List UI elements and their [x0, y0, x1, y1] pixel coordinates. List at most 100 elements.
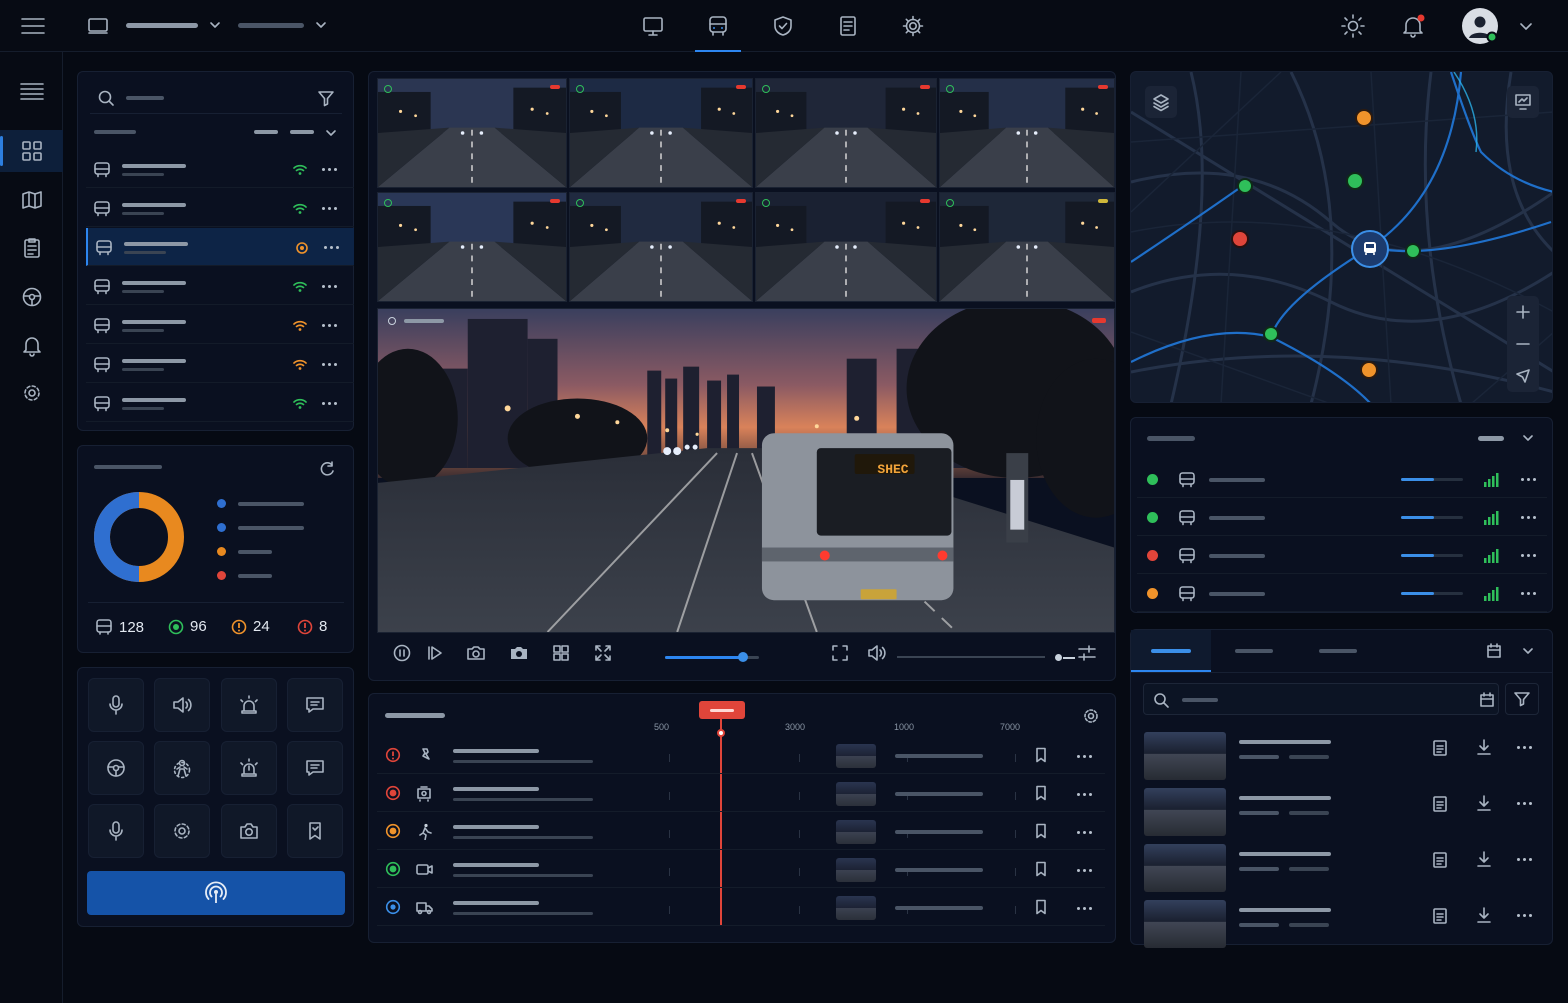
play-button[interactable] [421, 638, 451, 668]
sidebar-item-settings[interactable] [0, 372, 63, 414]
vehicle-marker[interactable] [1355, 109, 1373, 127]
site-selector[interactable] [86, 14, 226, 38]
recording-thumbnail[interactable] [1144, 732, 1226, 780]
snapshot-button[interactable] [504, 638, 534, 668]
more-icon[interactable] [1077, 907, 1092, 910]
avatar[interactable] [1462, 8, 1498, 44]
list-item[interactable] [86, 306, 354, 344]
camera-feed-7[interactable] [755, 192, 937, 302]
expand-button[interactable] [588, 638, 618, 668]
view-selector[interactable] [236, 14, 332, 38]
map-canvas[interactable] [1131, 72, 1553, 403]
more-icon[interactable] [1517, 802, 1532, 805]
more-icon[interactable] [1517, 914, 1532, 917]
sidebar-item-alerts[interactable] [0, 324, 63, 366]
vehicle-marker[interactable] [1263, 326, 1279, 342]
notifications-bell-icon[interactable] [1400, 13, 1426, 39]
volume-button[interactable] [862, 638, 892, 668]
microphone-button[interactable] [88, 678, 144, 732]
record-button[interactable] [461, 638, 491, 668]
tab-snapshots[interactable] [1219, 630, 1289, 672]
recording-thumbnail[interactable] [1144, 844, 1226, 892]
zoom-in-icon[interactable] [1507, 296, 1539, 328]
more-icon[interactable] [322, 207, 337, 210]
account-chevron-down-icon[interactable] [1518, 18, 1534, 34]
timeline-settings-icon[interactable] [1081, 706, 1101, 726]
camera-feed-3[interactable] [755, 78, 937, 188]
zoom-out-icon[interactable] [1507, 328, 1539, 360]
shield-nav-icon[interactable] [760, 0, 806, 52]
document-icon[interactable] [1431, 739, 1449, 757]
reports-nav-icon[interactable] [825, 0, 871, 52]
tab-recordings[interactable] [1131, 630, 1211, 672]
more-icon[interactable] [322, 402, 337, 405]
list-item[interactable] [1137, 784, 1547, 838]
event-thumbnail[interactable] [836, 744, 876, 768]
map-display-button[interactable] [1507, 86, 1539, 118]
list-item[interactable] [86, 345, 354, 383]
grid-layout-button[interactable] [546, 638, 576, 668]
more-icon[interactable] [322, 363, 337, 366]
table-row[interactable] [1137, 536, 1547, 574]
more-icon[interactable] [324, 246, 339, 249]
table-row[interactable] [1137, 574, 1547, 612]
list-item[interactable] [1137, 896, 1547, 950]
more-icon[interactable] [1521, 592, 1536, 595]
dispatch-button[interactable] [154, 741, 210, 795]
table-row[interactable] [377, 812, 1105, 850]
more-icon[interactable] [1521, 478, 1536, 481]
more-icon[interactable] [322, 324, 337, 327]
recording-thumbnail[interactable] [1144, 788, 1226, 836]
locate-icon[interactable] [1507, 360, 1539, 392]
more-icon[interactable] [1077, 755, 1092, 758]
more-icon[interactable] [1077, 793, 1092, 796]
table-row[interactable] [1137, 498, 1547, 536]
table-row[interactable] [1137, 460, 1547, 498]
more-icon[interactable] [1517, 746, 1532, 749]
list-item[interactable] [86, 150, 354, 188]
sort-chevron-down-icon[interactable] [324, 126, 338, 140]
recording-thumbnail[interactable] [1144, 900, 1226, 948]
tabs-chevron-down-icon[interactable] [1521, 644, 1535, 658]
event-thumbnail[interactable] [836, 782, 876, 806]
camera-feed-1[interactable] [377, 78, 567, 188]
vehicle-marker[interactable] [1231, 230, 1249, 248]
selected-vehicle-marker[interactable] [1351, 230, 1389, 268]
event-thumbnail[interactable] [836, 896, 876, 920]
seek-slider[interactable] [665, 652, 759, 662]
filter-icon[interactable] [316, 88, 336, 108]
document-icon[interactable] [1431, 907, 1449, 925]
vehicle-marker[interactable] [1360, 361, 1378, 379]
table-row[interactable] [377, 850, 1105, 888]
download-icon[interactable] [1475, 850, 1493, 868]
bookmark-icon[interactable] [1032, 860, 1050, 878]
sliders-icon[interactable] [1077, 643, 1097, 663]
playhead-label[interactable] [699, 701, 745, 719]
broadcast-button[interactable] [87, 871, 345, 915]
bookmark-icon[interactable] [1032, 898, 1050, 916]
sidebar-item-reports[interactable] [0, 227, 63, 269]
camera-feed-2[interactable] [569, 78, 753, 188]
camera-feed-6[interactable] [569, 192, 753, 302]
document-icon[interactable] [1431, 851, 1449, 869]
vehicle-marker[interactable] [1346, 172, 1364, 190]
date-picker-icon[interactable] [1478, 691, 1496, 709]
config-button[interactable] [154, 804, 210, 858]
volume-slider[interactable] [897, 656, 1045, 658]
menu-icon[interactable] [20, 14, 48, 38]
camera-feed-4[interactable] [939, 78, 1115, 188]
vehicle-search-input[interactable] [90, 82, 342, 114]
pause-button[interactable] [387, 638, 417, 668]
list-item[interactable] [1137, 840, 1547, 894]
list-item[interactable] [86, 267, 354, 305]
bookmark-button[interactable] [287, 804, 343, 858]
list-item[interactable] [86, 228, 354, 266]
bus-nav-icon[interactable] [695, 0, 741, 52]
recording-filter-button[interactable] [1505, 683, 1539, 715]
recording-search-input[interactable] [1143, 683, 1499, 715]
list-item[interactable] [1137, 728, 1547, 782]
list-item[interactable] [86, 384, 354, 422]
main-camera-feed[interactable]: SHEC [377, 308, 1115, 633]
sidebar-item-map[interactable] [0, 179, 63, 221]
vehicle-marker[interactable] [1237, 178, 1253, 194]
